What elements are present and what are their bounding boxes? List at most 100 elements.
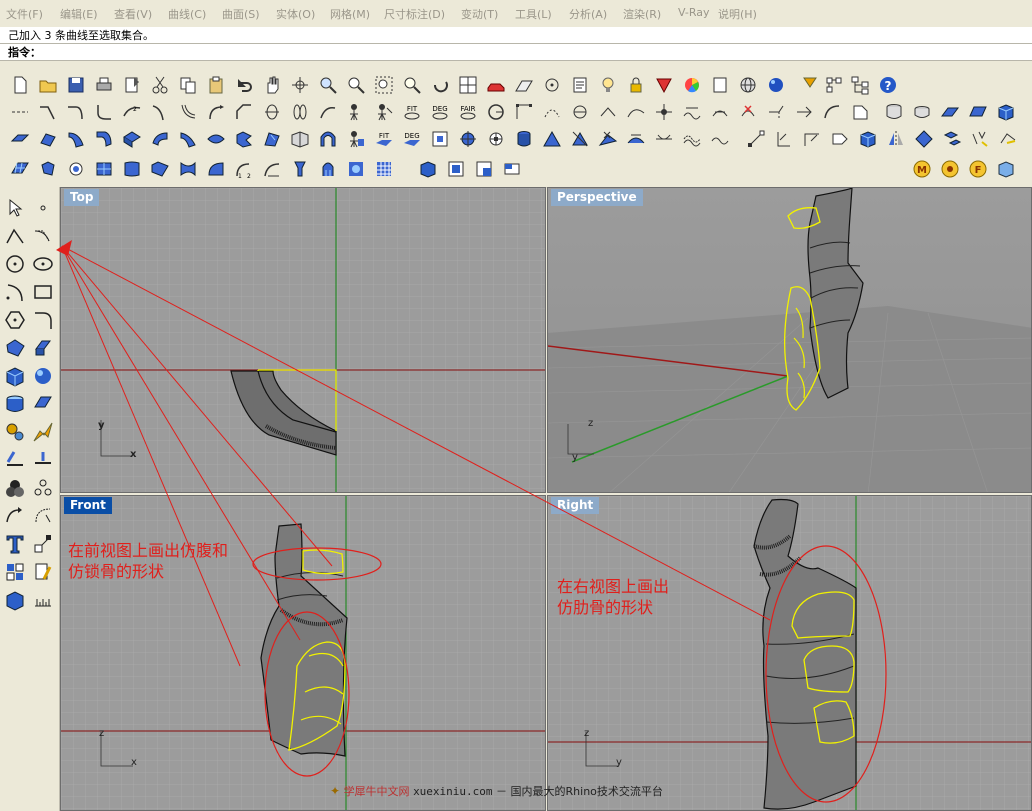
front-viewport[interactable]: Front z x 在前视图上画出仿腹和 仿锁骨的形状 (60, 495, 546, 811)
curve-close-icon[interactable] (850, 102, 870, 122)
curve-kink-icon[interactable] (626, 102, 646, 122)
group-tool-icon[interactable] (32, 477, 54, 499)
surface-iso-icon[interactable] (486, 129, 506, 149)
open-folder-icon[interactable] (38, 75, 58, 95)
curve-match-icon[interactable] (290, 102, 310, 122)
control-points-on-icon[interactable] (514, 102, 534, 122)
viewport-title-right[interactable]: Right (551, 497, 600, 514)
surface-fitpts-icon[interactable] (122, 159, 142, 179)
surface-morph-icon[interactable] (178, 159, 198, 179)
surface-grid-icon[interactable] (10, 159, 30, 179)
menu-analyze[interactable]: 分析(A) (569, 6, 607, 22)
curve-blend-icon[interactable]: 2 (122, 102, 142, 122)
lock-icon[interactable] (626, 75, 646, 95)
menu-surface[interactable]: 曲面(S) (222, 6, 260, 22)
surface-blend2-icon[interactable]: 12 (234, 159, 254, 179)
plane-tool-icon[interactable] (940, 102, 960, 122)
copy-icon[interactable] (178, 75, 198, 95)
explode-icon[interactable] (32, 421, 54, 443)
surface-smooth-icon[interactable] (710, 129, 730, 149)
handlebar-icon[interactable] (710, 102, 730, 122)
named-cplane-icon[interactable] (474, 159, 494, 179)
cylinder-tool-icon[interactable] (884, 102, 904, 122)
boolean-union-icon[interactable] (4, 477, 26, 499)
rectangle-tool-icon[interactable] (32, 281, 54, 303)
menu-tools[interactable]: 工具(L) (515, 6, 552, 22)
right-viewport[interactable]: Right z y 在右视图上画出 仿肋骨的形状 (547, 495, 1032, 811)
surface-dots-icon[interactable] (374, 159, 394, 179)
surface-from-points-icon[interactable] (4, 337, 26, 359)
polygon-tool-icon[interactable] (4, 309, 26, 331)
vray-material-icon[interactable]: M (912, 159, 932, 179)
surface-drape-icon[interactable] (290, 159, 310, 179)
curve-line-icon[interactable] (38, 102, 58, 122)
menu-file[interactable]: 文件(F) (6, 6, 43, 22)
menu-view[interactable]: 查看(V) (114, 6, 152, 22)
zoom-selected-icon[interactable] (402, 75, 422, 95)
layers-icon[interactable] (824, 75, 844, 95)
point-curve-icon[interactable] (570, 102, 590, 122)
mesh-box-icon[interactable] (4, 589, 26, 611)
surface-plane-icon[interactable] (10, 129, 30, 149)
scale-tool-icon[interactable] (32, 533, 54, 555)
menu-help[interactable]: 说明(H) (718, 6, 757, 22)
print-icon[interactable] (94, 75, 114, 95)
lamp-icon[interactable] (800, 75, 820, 95)
arc-tool-icon[interactable] (4, 281, 26, 303)
help-icon[interactable]: ? (878, 75, 898, 95)
array-tool-icon[interactable] (4, 561, 26, 583)
curve-arc-icon[interactable] (66, 102, 86, 122)
viewport-title-top[interactable]: Top (64, 189, 100, 206)
deg-surface-button[interactable]: DEG (402, 129, 422, 149)
surface-patch-icon[interactable] (234, 129, 254, 149)
surface-sweep1-icon[interactable] (94, 129, 114, 149)
rotate-arrow-icon[interactable] (802, 129, 822, 149)
menu-mesh[interactable]: 网格(M) (330, 6, 370, 22)
new-file-icon[interactable] (10, 75, 30, 95)
curve-fillet-icon[interactable] (94, 102, 114, 122)
surface-edge-icon[interactable] (38, 129, 58, 149)
fit-surface-button[interactable]: FIT (374, 129, 394, 149)
extrude-surface-icon[interactable] (32, 337, 54, 359)
surface-curves-icon[interactable] (94, 159, 114, 179)
surface-points-icon[interactable] (458, 129, 478, 149)
plane-angle-icon[interactable] (968, 102, 988, 122)
curve-chamfer-icon[interactable] (234, 102, 254, 122)
pan-hand-icon[interactable] (262, 75, 282, 95)
surface-untrim-icon[interactable] (626, 129, 646, 149)
surface-sweep2-icon[interactable] (122, 129, 142, 149)
camera-box-icon[interactable] (418, 159, 438, 179)
curve-project-icon[interactable] (346, 102, 366, 122)
menu-solid[interactable]: 实体(O) (276, 6, 315, 22)
flow-icon[interactable] (970, 129, 990, 149)
surface-heightfield-icon[interactable] (150, 159, 170, 179)
curve-extend-icon[interactable] (206, 102, 226, 122)
surface-loft-icon[interactable] (66, 129, 86, 149)
surface-revolve-icon[interactable] (150, 129, 170, 149)
ellipse-tool-icon[interactable] (32, 253, 54, 275)
zoom-extents-icon[interactable] (374, 75, 394, 95)
twist-icon[interactable] (998, 129, 1018, 149)
rotate-view-icon[interactable] (290, 75, 310, 95)
gear-icon[interactable] (4, 421, 26, 443)
blank-page-icon[interactable] (710, 75, 730, 95)
surface-texture-icon[interactable] (346, 159, 366, 179)
surface-unroll-icon[interactable] (262, 159, 282, 179)
object-properties-icon[interactable] (570, 75, 590, 95)
solid-box-icon[interactable] (858, 129, 878, 149)
offset-curve-icon[interactable] (178, 102, 198, 122)
curve-seam-icon[interactable] (766, 102, 786, 122)
point-icon[interactable] (32, 197, 54, 219)
weight-curve-icon[interactable] (654, 102, 674, 122)
vray-render-icon[interactable] (996, 159, 1016, 179)
color-wheel-icon[interactable] (682, 75, 702, 95)
sphere-tool-icon[interactable] (66, 159, 86, 179)
wire-sphere-icon[interactable] (738, 75, 758, 95)
move-tool-icon[interactable] (4, 505, 26, 527)
mirror-icon[interactable] (886, 129, 906, 149)
circle-curve-icon[interactable] (486, 102, 506, 122)
box-tool-icon[interactable] (996, 102, 1016, 122)
properties-icon[interactable] (122, 75, 142, 95)
scale-arrow-icon[interactable] (830, 129, 850, 149)
undo-icon[interactable] (234, 75, 254, 95)
